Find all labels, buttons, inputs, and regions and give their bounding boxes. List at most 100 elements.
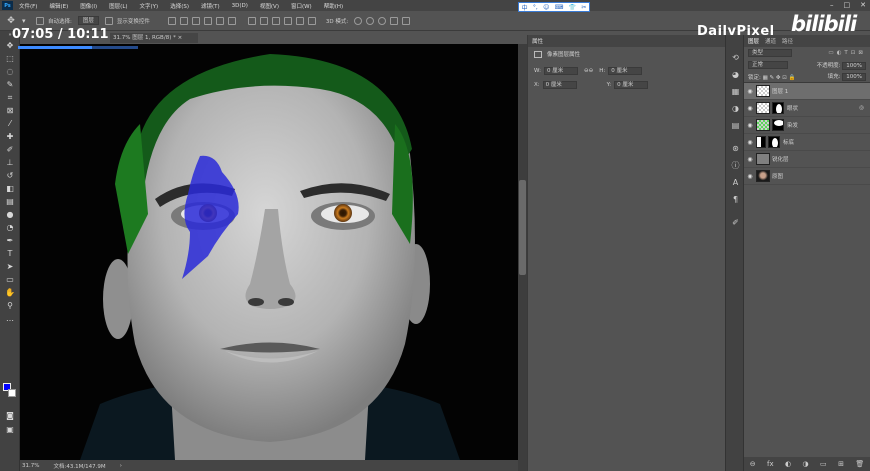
menu-filter[interactable]: 滤镜(T)	[195, 2, 226, 10]
add-mask-icon[interactable]: ◐	[785, 460, 791, 468]
visibility-eye-icon[interactable]: ◉	[744, 88, 756, 95]
character-panel-icon[interactable]: A	[726, 174, 745, 191]
frame-tool[interactable]: ⊠	[0, 104, 20, 117]
menu-edit[interactable]: 编辑(E)	[43, 2, 74, 10]
auto-select-target-dropdown[interactable]: 图层	[77, 16, 99, 25]
quick-select-tool[interactable]: ✎	[0, 78, 20, 91]
blend-mode-dropdown[interactable]: 正常	[748, 61, 788, 69]
ime-tools-icon[interactable]: ✂	[581, 4, 586, 11]
3d-orbit-icon[interactable]	[354, 16, 363, 25]
history-panel-icon[interactable]: ⟲	[726, 49, 745, 66]
align-top-icon[interactable]	[167, 16, 176, 25]
layer-row[interactable]: ◉ 标底	[744, 134, 870, 151]
distribute-top-icon[interactable]	[247, 16, 256, 25]
tool-preset-dropdown-icon[interactable]: ▾	[22, 17, 36, 25]
align-left-icon[interactable]	[203, 16, 212, 25]
screen-mode-icon[interactable]: ▣	[0, 423, 20, 436]
distribute-left-icon[interactable]	[283, 16, 292, 25]
lock-icons[interactable]: ▦ ✎ ✥ ⊡ 🔒	[763, 75, 796, 81]
visibility-eye-icon[interactable]: ◉	[744, 122, 756, 129]
menu-file[interactable]: 文件(F)	[13, 2, 43, 10]
paths-panel-icon[interactable]: ⊛	[726, 140, 745, 157]
document-canvas[interactable]	[20, 44, 518, 460]
width-field[interactable]: 0 厘米	[543, 67, 578, 75]
background-color-swatch[interactable]	[8, 389, 16, 397]
delete-layer-icon[interactable]: 🗑	[855, 460, 864, 468]
gradient-tool[interactable]: ▤	[0, 195, 20, 208]
zoom-tool[interactable]: ⚲	[0, 299, 20, 312]
libraries-panel-icon[interactable]: ▤	[726, 117, 745, 134]
3d-scale-icon[interactable]	[402, 16, 411, 25]
layer-mask-thumbnail[interactable]	[768, 136, 780, 148]
menu-type[interactable]: 文字(Y)	[134, 2, 165, 10]
type-tool[interactable]: T	[0, 247, 20, 260]
brush-tool[interactable]: ✐	[0, 143, 20, 156]
move-tool-icon[interactable]: ✥	[0, 16, 22, 26]
menu-3d[interactable]: 3D(D)	[226, 3, 254, 9]
close-window-icon[interactable]: ✕	[860, 0, 866, 11]
visibility-eye-icon[interactable]: ◉	[744, 173, 756, 180]
layer-row[interactable]: ◉ 原图	[744, 168, 870, 185]
link-size-icon[interactable]: ⊖⊖	[584, 68, 593, 74]
3d-roll-icon[interactable]	[366, 16, 375, 25]
crop-tool[interactable]: ⌗	[0, 91, 20, 104]
document-tab[interactable]: 31.7% 图层 1, RGB/8) * ×	[110, 33, 198, 43]
layer-kind-filter[interactable]: 类型	[748, 49, 792, 57]
lasso-tool[interactable]: ◌	[0, 65, 20, 78]
paragraph-panel-icon[interactable]: ¶	[726, 191, 745, 208]
y-field[interactable]: 0 厘米	[614, 81, 649, 89]
fill-field[interactable]: 100%	[842, 73, 866, 81]
layer-row[interactable]: ◉ 图层 1	[744, 83, 870, 100]
visibility-eye-icon[interactable]: ◉	[744, 156, 756, 163]
canvas-scrollbar-thumb[interactable]	[519, 180, 526, 275]
show-transform-checkbox[interactable]	[104, 16, 113, 25]
hand-tool[interactable]: ✋	[0, 286, 20, 299]
dodge-tool[interactable]: ◔	[0, 221, 20, 234]
maximize-icon[interactable]: □	[844, 0, 851, 11]
new-group-icon[interactable]: ▭	[820, 460, 827, 468]
quick-mask-icon[interactable]: ◙	[0, 409, 20, 422]
history-brush-tool[interactable]: ↺	[0, 169, 20, 182]
distribute-right-icon[interactable]	[307, 16, 316, 25]
distribute-vcenter-icon[interactable]	[259, 16, 268, 25]
align-right-icon[interactable]	[227, 16, 236, 25]
blur-tool[interactable]: ●	[0, 208, 20, 221]
ime-skin-icon[interactable]: 👕	[569, 4, 576, 11]
more-tools-icon[interactable]: …	[0, 312, 20, 325]
smart-filter-icon[interactable]: ◎	[859, 105, 864, 111]
marquee-tool[interactable]: ⬚	[0, 52, 20, 65]
menu-layer[interactable]: 图层(L)	[103, 2, 133, 10]
minimize-icon[interactable]: –	[830, 0, 834, 11]
menu-select[interactable]: 选择(S)	[164, 2, 195, 10]
menu-image[interactable]: 图像(I)	[74, 2, 103, 10]
layer-mask-thumbnail[interactable]	[772, 102, 784, 114]
height-field[interactable]: 0 厘米	[608, 67, 643, 75]
align-hcenter-icon[interactable]	[215, 16, 224, 25]
adjustments-panel-icon[interactable]: ◑	[726, 100, 745, 117]
ime-punctuation-icon[interactable]: °,	[533, 4, 538, 11]
opacity-field[interactable]: 100%	[842, 61, 866, 70]
new-adjustment-icon[interactable]: ◑	[803, 460, 809, 468]
properties-title[interactable]: 属性	[532, 37, 543, 45]
tab-channels[interactable]: 通道	[765, 37, 776, 45]
clone-stamp-tool[interactable]: ⊥	[0, 156, 20, 169]
layer-row[interactable]: ◉ 染发	[744, 117, 870, 134]
pen-tool[interactable]: ✒	[0, 234, 20, 247]
visibility-eye-icon[interactable]: ◉	[744, 105, 756, 112]
auto-select-checkbox[interactable]	[36, 16, 44, 25]
status-zoom[interactable]: 31.7%	[22, 463, 39, 469]
ime-emoji-icon[interactable]: ☺	[543, 4, 549, 11]
align-bottom-icon[interactable]	[191, 16, 200, 25]
distribute-hcenter-icon[interactable]	[295, 16, 304, 25]
visibility-eye-icon[interactable]: ◉	[744, 139, 756, 146]
status-menu-arrow[interactable]: ›	[120, 463, 122, 469]
layer-row[interactable]: ◉ 眼状 ◎	[744, 100, 870, 117]
path-select-tool[interactable]: ➤	[0, 260, 20, 273]
tab-layers[interactable]: 图层	[748, 37, 759, 45]
menu-view[interactable]: 视图(V)	[254, 2, 285, 10]
menu-help[interactable]: 帮助(H)	[318, 2, 349, 10]
x-field[interactable]: 0 厘米	[542, 81, 577, 89]
layer-mask-thumbnail[interactable]	[772, 119, 784, 131]
3d-slide-icon[interactable]	[390, 16, 399, 25]
link-layers-icon[interactable]: ⊖	[750, 460, 756, 468]
